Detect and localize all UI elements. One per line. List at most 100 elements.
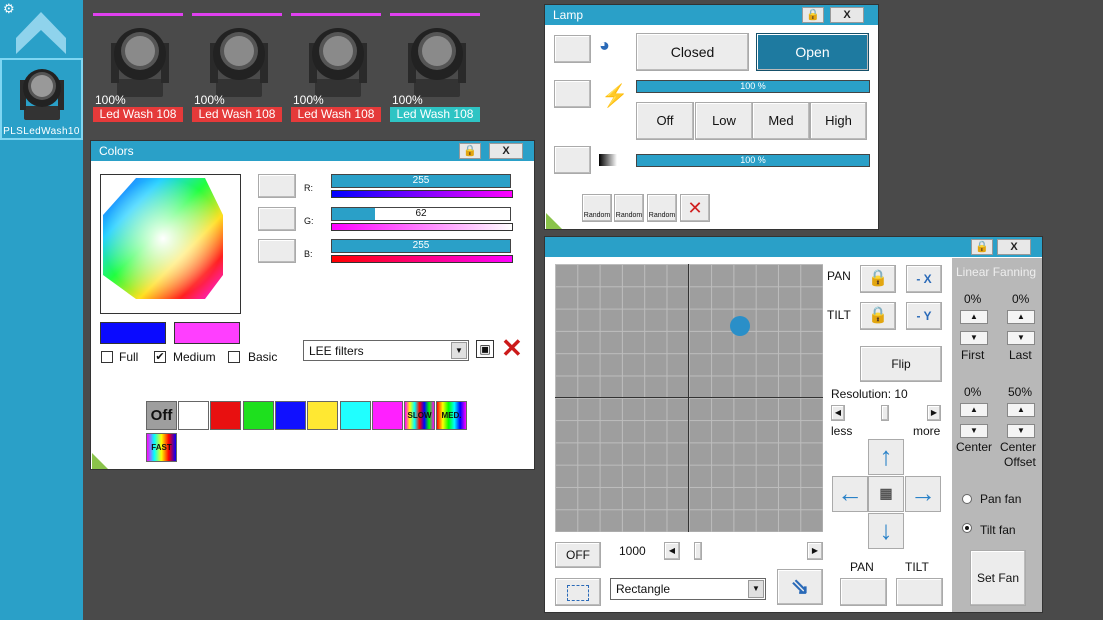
pan-value-button[interactable] [840, 578, 887, 606]
add-corner-icon[interactable] [546, 213, 562, 229]
tilt-fan-radio[interactable] [962, 523, 972, 533]
invert-y-button[interactable]: - Y [906, 302, 942, 330]
filter-select[interactable]: LEE filters ▼ [303, 340, 469, 361]
b-slider[interactable]: 255 [331, 239, 511, 253]
medium-label: Medium [173, 350, 216, 364]
dimmer-bar[interactable]: 100 % [636, 154, 870, 167]
arrow-down-icon[interactable]: ↓ [868, 513, 904, 549]
preset-med[interactable]: MED. [436, 401, 467, 430]
intensity-preset-button[interactable] [554, 80, 591, 108]
first-down-button[interactable]: ▼ [960, 331, 988, 345]
shutter-preset-button[interactable] [554, 35, 591, 63]
slider-thumb[interactable] [881, 405, 889, 421]
medium-checkbox[interactable]: ✔ [154, 351, 166, 363]
chevron-right-icon[interactable]: ▶ [927, 405, 941, 421]
random-button-1[interactable]: Random [582, 194, 612, 222]
g-preset-button[interactable] [258, 207, 296, 231]
selected-fixture[interactable]: PLSLedWash10 [0, 58, 83, 140]
chevron-right-icon[interactable]: ▶ [807, 542, 823, 560]
slider-thumb[interactable] [694, 542, 702, 560]
pan-tilt-grid[interactable] [555, 264, 823, 532]
random-label: Random [648, 212, 676, 219]
first-up-button[interactable]: ▲ [960, 310, 988, 324]
preset-color-swatch[interactable] [210, 401, 242, 430]
close-button[interactable]: X [997, 239, 1031, 255]
preset-color-swatch[interactable] [371, 401, 403, 430]
open-button[interactable]: Open [756, 33, 869, 71]
full-checkbox[interactable] [101, 351, 113, 363]
r-slider[interactable]: 255 [331, 174, 511, 188]
color-swatch-target[interactable] [174, 322, 240, 344]
delete-icon[interactable]: ✕ [501, 335, 523, 361]
preset-color-swatch[interactable] [242, 401, 274, 430]
offset-down-button[interactable]: ▼ [1007, 424, 1035, 438]
preset-color-swatch[interactable] [178, 401, 209, 430]
color-swatch-current[interactable] [100, 322, 166, 344]
last-up-button[interactable]: ▲ [1007, 310, 1035, 324]
last-down-button[interactable]: ▼ [1007, 331, 1035, 345]
low-button[interactable]: Low [695, 102, 753, 140]
tilt-value-button[interactable] [896, 578, 943, 606]
dimmer-preset-button[interactable] [554, 146, 591, 174]
lock-icon[interactable]: 🔒 [802, 7, 824, 23]
gear-icon[interactable]: ⚙ [3, 2, 15, 15]
closed-button[interactable]: Closed [636, 33, 749, 71]
chevron-left-icon[interactable]: ◀ [664, 542, 680, 560]
pan-fan-radio[interactable] [962, 494, 972, 504]
lock-icon[interactable]: 🔒 [459, 143, 481, 159]
fixture-label: PLSLedWash10 [3, 126, 80, 137]
r-preset-button[interactable] [258, 174, 296, 198]
g-slider[interactable]: 62 [331, 207, 511, 221]
off-button[interactable]: Off [636, 102, 694, 140]
random-stop-button[interactable]: ✕ [680, 194, 710, 222]
fixture-tile[interactable]: 100% Led Wash 108 [93, 13, 183, 123]
preset-color-swatch[interactable] [307, 401, 339, 430]
shape-direction-button[interactable]: ⇘ [777, 569, 823, 605]
invert-x-button[interactable]: - X [906, 265, 942, 293]
fixture-tile[interactable]: 100% Led Wash 108 [390, 13, 480, 123]
preset-color-swatch[interactable] [274, 401, 306, 430]
fixture-name: Led Wash 108 [93, 107, 183, 122]
lock-icon[interactable]: 🔒 [971, 239, 993, 255]
fixture-name: Led Wash 108 [291, 107, 381, 122]
center-down-button[interactable]: ▼ [960, 424, 988, 438]
chevron-left-icon[interactable]: ◀ [831, 405, 845, 421]
random-button-3[interactable]: Random [647, 194, 677, 222]
center-up-button[interactable]: ▲ [960, 403, 988, 417]
flip-button[interactable]: Flip [860, 346, 942, 382]
basic-checkbox[interactable] [228, 351, 240, 363]
off-button[interactable]: OFF [555, 542, 601, 568]
med-button[interactable]: Med [752, 102, 810, 140]
color-hexagon-picker[interactable] [101, 175, 240, 313]
center-icon[interactable]: ▦ [868, 476, 904, 512]
fixture-tile[interactable]: 100% Led Wash 108 [291, 13, 381, 123]
colors-window: Colors 🔒 X R: G: B: 255 62 255 Full ✔ Me… [90, 140, 535, 470]
resolution-slider[interactable]: ◀ ▶ [831, 405, 943, 421]
arrow-left-icon[interactable]: ← [832, 476, 868, 512]
select-area-button[interactable] [555, 578, 601, 606]
close-button[interactable]: X [830, 7, 864, 23]
lamp-title: Lamp [545, 5, 878, 25]
close-button[interactable]: X [489, 143, 523, 159]
arrow-right-icon[interactable]: → [905, 476, 941, 512]
offset-up-button[interactable]: ▲ [1007, 403, 1035, 417]
arrow-up-icon[interactable]: ↑ [868, 439, 904, 475]
preset-color-swatch[interactable] [339, 401, 371, 430]
random-button-2[interactable]: Random [614, 194, 644, 222]
intensity-bar[interactable]: 100 % [636, 80, 870, 93]
tilt-lock-button[interactable]: 🔒 [860, 302, 896, 330]
chevron-up-icon[interactable] [14, 8, 68, 56]
set-fan-button[interactable]: Set Fan [970, 550, 1026, 606]
add-corner-icon[interactable] [92, 453, 108, 469]
b-preset-button[interactable] [258, 239, 296, 263]
preset-slow[interactable]: SLOW [404, 401, 435, 430]
preset-fast[interactable]: FAST [146, 433, 177, 462]
fixture-tile[interactable]: 100% Led Wash 108 [192, 13, 282, 123]
speed-slider[interactable]: ◀ ▶ [664, 542, 824, 560]
position-dot[interactable] [729, 315, 750, 336]
pan-lock-button[interactable]: 🔒 [860, 265, 896, 293]
preset-off[interactable]: Off [146, 401, 177, 430]
shape-select[interactable]: Rectangle ▼ [610, 578, 766, 600]
save-icon[interactable]: ▣ [476, 340, 494, 358]
high-button[interactable]: High [810, 102, 867, 140]
